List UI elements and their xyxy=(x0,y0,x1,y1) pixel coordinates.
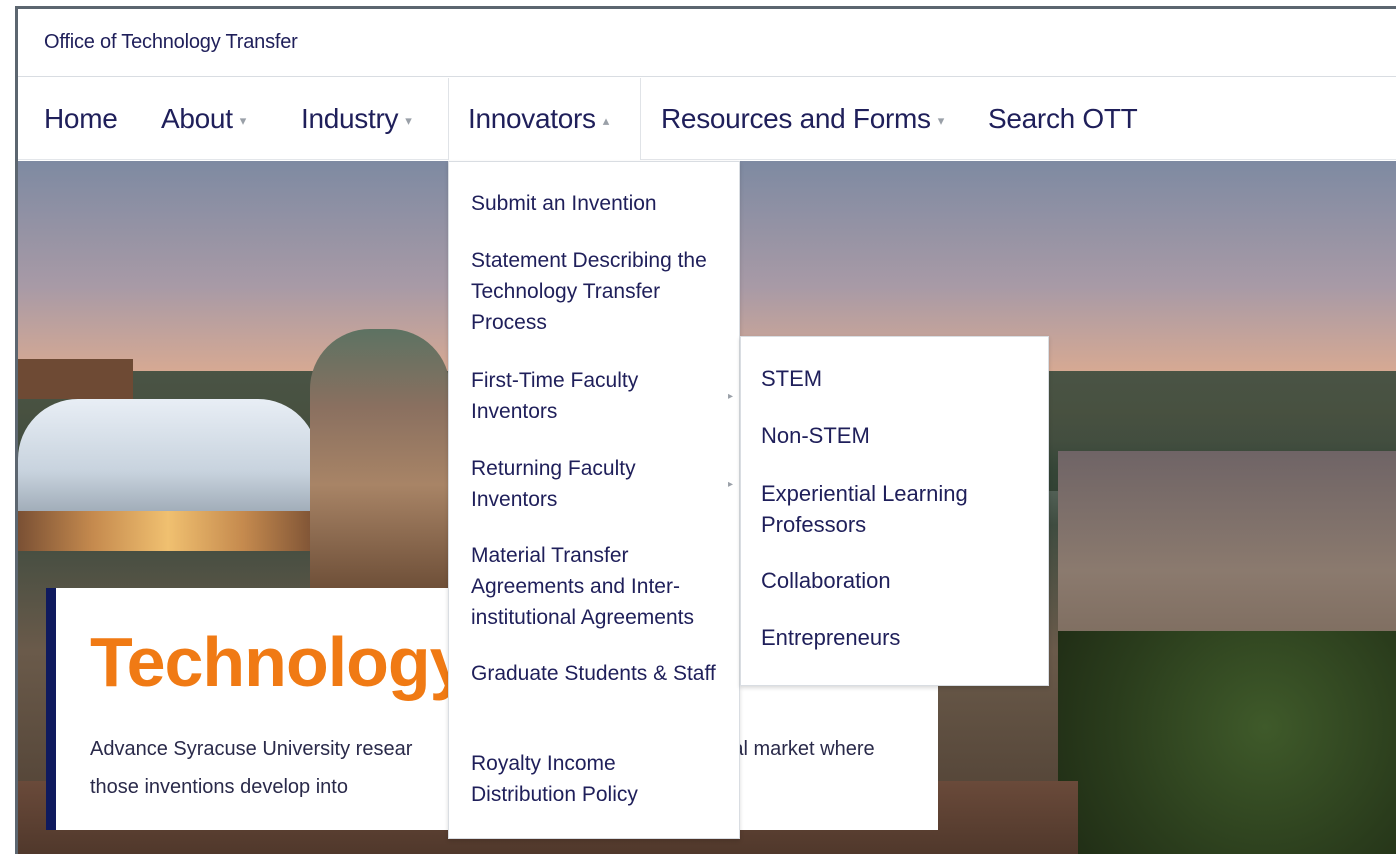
site-header: Office of Technology Transfer xyxy=(18,9,1396,77)
submenu-item-experiential-learning[interactable]: Experiential Learning Professors xyxy=(761,478,1031,540)
hero-trees xyxy=(1058,631,1396,854)
submenu-item-label: Experiential Learning Professors xyxy=(761,481,968,537)
chevron-up-icon: ▴ xyxy=(602,112,610,128)
submenu-item-collaboration[interactable]: Collaboration xyxy=(761,565,1031,596)
nav-industry-label: Industry xyxy=(301,103,399,134)
nav-about[interactable]: About ▾ xyxy=(161,78,246,160)
menu-item-label: Graduate Students & Staff xyxy=(471,662,716,685)
menu-item-label: Royalty Income Distribution Policy xyxy=(471,752,638,806)
menu-item-label: Submit an Invention xyxy=(471,192,657,215)
hero-dome-base xyxy=(18,511,318,551)
menu-item-returning-faculty[interactable]: Returning Faculty Inventors ▸ xyxy=(471,453,733,515)
nav-resources-and-forms[interactable]: Resources and Forms ▾ xyxy=(661,78,944,160)
submenu-item-entrepreneurs[interactable]: Entrepreneurs xyxy=(761,622,1031,653)
chevron-down-icon: ▾ xyxy=(937,112,945,128)
menu-item-label: Statement Describing the Technology Tran… xyxy=(471,249,707,334)
nav-search-ott[interactable]: Search OTT xyxy=(988,78,1138,160)
menu-item-label: Material Transfer Agreements and Inter-i… xyxy=(471,544,694,629)
nav-home-label: Home xyxy=(44,103,118,134)
hero-dome xyxy=(18,399,318,519)
menu-item-statement-process[interactable]: Statement Describing the Technology Tran… xyxy=(471,245,721,338)
nav-about-label: About xyxy=(161,103,233,134)
nav-innovators-label: Innovators xyxy=(468,103,596,134)
submenu-item-stem[interactable]: STEM xyxy=(761,363,1031,394)
hero-building-left xyxy=(18,359,133,399)
chevron-down-icon: ▾ xyxy=(239,112,247,128)
menu-item-material-transfer[interactable]: Material Transfer Agreements and Inter-i… xyxy=(471,540,721,633)
submenu-item-label: Entrepreneurs xyxy=(761,625,901,650)
submenu-item-non-stem[interactable]: Non-STEM xyxy=(761,420,1031,451)
hero-tower xyxy=(310,329,450,589)
nav-innovators[interactable]: Innovators ▴ xyxy=(448,78,641,160)
faculty-inventors-submenu: STEM Non-STEM Experiential Learning Prof… xyxy=(740,336,1049,686)
nav-home[interactable]: Home xyxy=(44,78,118,160)
menu-item-submit-invention[interactable]: Submit an Invention xyxy=(471,188,721,219)
menu-item-label: First-Time Faculty Inventors xyxy=(471,369,639,423)
chevron-down-icon: ▾ xyxy=(405,112,412,128)
nav-industry[interactable]: Industry ▾ xyxy=(301,78,412,160)
innovators-dropdown: Submit an Invention Statement Describing… xyxy=(448,161,740,839)
site-title-link[interactable]: Office of Technology Transfer xyxy=(44,31,298,54)
chevron-right-icon: ▸ xyxy=(727,391,733,402)
hero-heading: Technology xyxy=(90,623,469,701)
nav-resources-label: Resources and Forms xyxy=(661,103,931,134)
submenu-item-label: Non-STEM xyxy=(761,423,870,448)
menu-item-graduate-students[interactable]: Graduate Students & Staff xyxy=(471,658,721,689)
chevron-right-icon: ▸ xyxy=(727,479,733,490)
main-nav: Home About ▾ Industry ▾ Innovators ▴ Res… xyxy=(18,78,1396,160)
nav-search-label: Search OTT xyxy=(988,103,1138,134)
browser-frame: Office of Technology Transfer Home About… xyxy=(15,6,1396,854)
menu-item-label: Returning Faculty Inventors xyxy=(471,457,636,511)
submenu-item-label: STEM xyxy=(761,366,823,391)
submenu-item-label: Collaboration xyxy=(761,568,891,593)
menu-item-royalty-income[interactable]: Royalty Income Distribution Policy xyxy=(471,748,721,810)
menu-item-first-time-faculty[interactable]: First-Time Faculty Inventors ▸ xyxy=(471,365,733,427)
